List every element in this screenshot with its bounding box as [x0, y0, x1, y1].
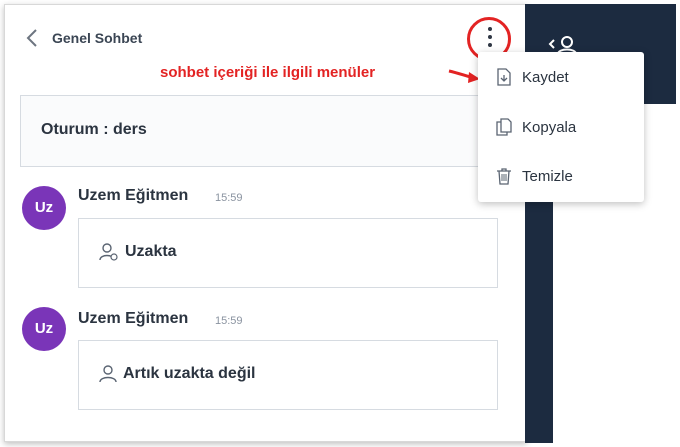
trash-icon — [496, 167, 512, 185]
chat-options-menu: Kaydet Kopyala Temizle — [478, 52, 644, 202]
copy-icon — [496, 118, 512, 136]
annotation-arrow-icon — [448, 68, 482, 89]
user-icon — [99, 365, 117, 383]
message-body: Artık uzakta değil — [99, 365, 255, 383]
download-icon — [496, 68, 512, 86]
message-body: Uzakta — [99, 243, 177, 261]
chevron-left-icon[interactable] — [26, 28, 46, 50]
kebab-menu-icon[interactable] — [487, 27, 493, 51]
menu-item-label: Kaydet — [522, 68, 569, 86]
message-text: Uzakta — [125, 243, 177, 260]
message-bubble: Artık uzakta değil — [78, 340, 498, 410]
chat-title: Genel Sohbet — [52, 30, 143, 46]
menu-item-copy[interactable]: Kopyala — [496, 112, 576, 142]
avatar: Uz — [22, 307, 66, 351]
message-time: 15:59 — [215, 315, 243, 327]
message-time: 15:59 — [215, 192, 243, 204]
annotation-label: sohbet içeriği ile ilgili menüler — [160, 64, 376, 81]
user-away-icon — [99, 243, 119, 261]
menu-item-clear[interactable]: Temizle — [496, 161, 573, 191]
message-author: Uzem Eğitmen — [78, 310, 189, 327]
menu-item-label: Temizle — [522, 167, 573, 185]
session-box: Oturum : ders — [20, 95, 519, 167]
menu-item-save[interactable]: Kaydet — [496, 62, 569, 92]
menu-item-label: Kopyala — [522, 118, 577, 136]
avatar: Uz — [22, 186, 66, 230]
message-author: Uzem Eğitmen — [78, 187, 189, 204]
session-label: Oturum : ders — [41, 121, 147, 138]
message-text: Artık uzakta değil — [123, 365, 256, 382]
message-bubble: Uzakta — [78, 218, 498, 288]
